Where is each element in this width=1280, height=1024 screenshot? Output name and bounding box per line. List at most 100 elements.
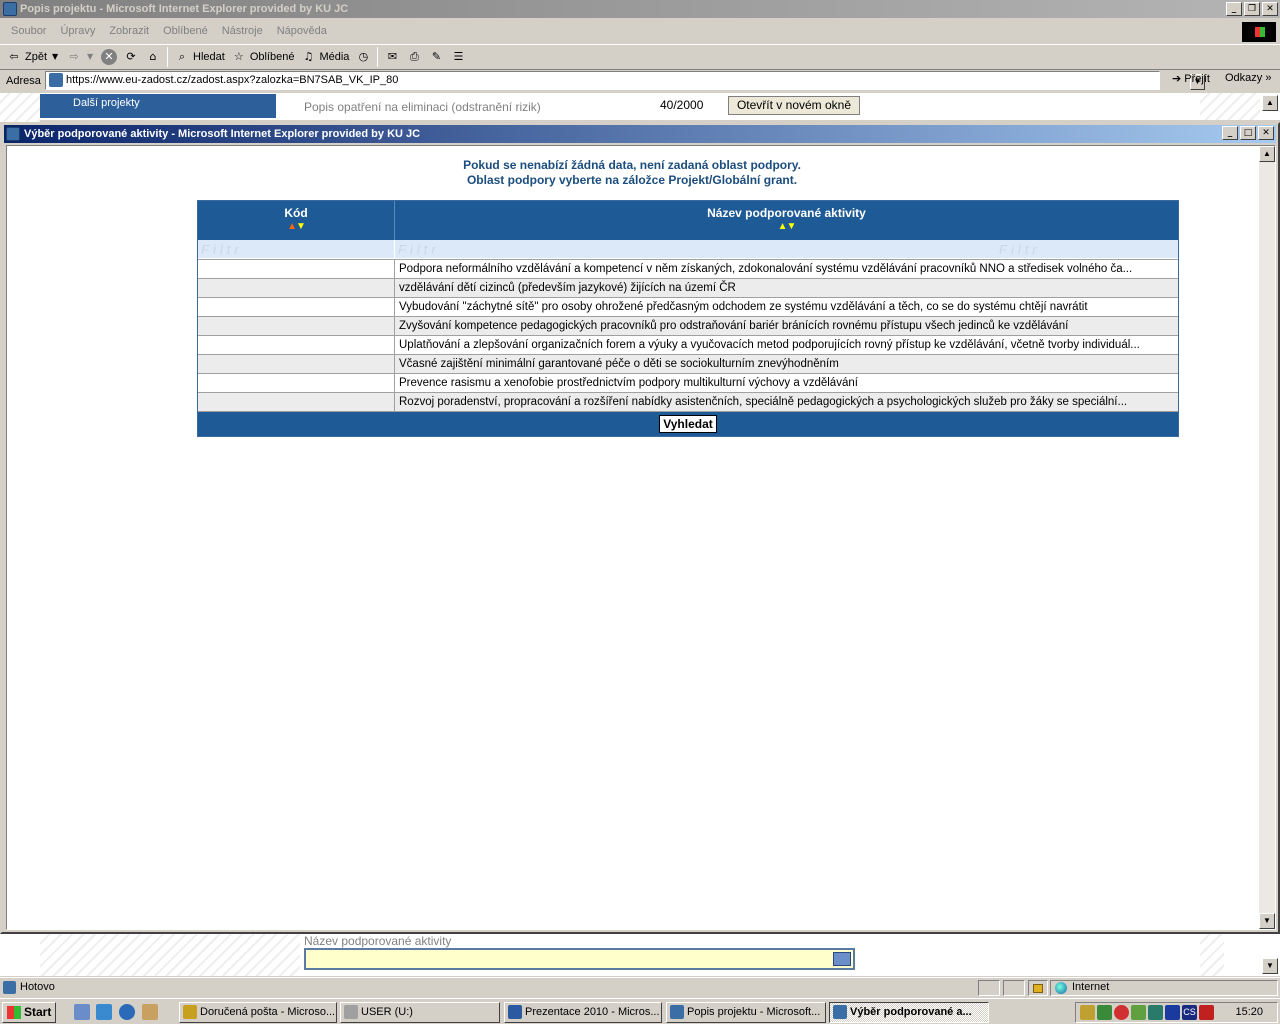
table-row[interactable]: Prevence rasismu a xenofobie prostřednic…: [198, 373, 1178, 392]
tray-icon[interactable]: [1148, 1005, 1163, 1020]
menu-favorites[interactable]: Oblíbené: [156, 25, 215, 37]
tray-icon[interactable]: [1097, 1005, 1112, 1020]
sort-desc-icon[interactable]: ▼: [787, 221, 797, 232]
close-icon[interactable]: ✕: [1258, 126, 1274, 140]
code-cell: [198, 279, 395, 297]
activity-name-cell: Vybudování "záchytné sítě" pro osoby ohr…: [399, 301, 1088, 313]
refresh-icon[interactable]: ⟳: [123, 49, 139, 65]
minimize-icon[interactable]: _: [1222, 126, 1238, 140]
favorites-button[interactable]: ☆ Oblíbené: [231, 49, 295, 65]
task-project-description[interactable]: Popis projektu - Microsoft...: [666, 1002, 826, 1023]
filter-code-input[interactable]: Filtr: [198, 240, 395, 258]
toolbar: ⇦ Zpět ▼ ⇨ ▼ ✕ ⟳ ⌂ ⌕ Hledat ☆ Oblíbené ♫…: [0, 44, 1280, 70]
task-inbox[interactable]: Doručená pošta - Microso...: [179, 1002, 337, 1023]
zone-text: Internet: [1072, 981, 1110, 993]
address-input[interactable]: https://www.eu-zadost.cz/zadost.aspx?zal…: [45, 71, 1205, 90]
scroll-up-icon[interactable]: ▲: [1262, 95, 1278, 111]
ie-icon: [6, 127, 20, 141]
back-arrow-icon: ⇦: [9, 50, 19, 63]
table-row[interactable]: Rozvoj poradenství, propracování a rozší…: [198, 392, 1178, 411]
code-cell: [198, 355, 395, 373]
back-button[interactable]: ⇦ Zpět ▼: [6, 49, 60, 65]
ie-icon: [670, 1005, 684, 1019]
column-header-name[interactable]: Název podporované aktivity ▲▼: [395, 201, 1178, 240]
tray-icon[interactable]: [1114, 1005, 1129, 1020]
task-activity-selection[interactable]: Výběr podporované a...: [829, 1002, 989, 1023]
menu-edit[interactable]: Úpravy: [53, 25, 102, 37]
windows-flag-icon: [7, 1006, 21, 1019]
sort-asc-icon[interactable]: ▲: [287, 221, 297, 232]
history-icon[interactable]: ◷: [355, 49, 371, 65]
table-row[interactable]: Včasné zajištění minimální garantované p…: [198, 354, 1178, 373]
links-button[interactable]: Odkazy »: [1225, 72, 1271, 84]
chevron-down-icon[interactable]: ▼: [85, 49, 95, 65]
restore-icon[interactable]: ❐: [1244, 2, 1260, 16]
sidebar-item-other-projects[interactable]: Další projekty: [40, 94, 276, 118]
code-cell: [198, 260, 395, 278]
language-indicator[interactable]: CS: [1182, 1005, 1197, 1020]
ie-icon: [833, 1005, 847, 1019]
chevron-down-icon[interactable]: ▼: [50, 49, 60, 65]
scroll-down-icon[interactable]: ▼: [1259, 913, 1275, 929]
table-row[interactable]: Vybudování "záchytné sítě" pro osoby ohr…: [198, 297, 1178, 316]
scroll-down-icon[interactable]: ▼: [1262, 958, 1278, 974]
page-icon: [49, 73, 63, 87]
ie-icon: [3, 2, 17, 16]
menu-view[interactable]: Zobrazit: [102, 25, 156, 37]
globe-icon: [1055, 982, 1067, 994]
mail-icon[interactable]: ✉: [384, 49, 400, 65]
search-button[interactable]: ⌕ Hledat: [174, 49, 225, 65]
task-presentation[interactable]: Prezentace 2010 - Micros...: [504, 1002, 662, 1023]
taskbar: Start Doručená pošta - Microso... USER (…: [0, 998, 1280, 1024]
table-row[interactable]: Uplatňování a zlepšování organizačních f…: [198, 335, 1178, 354]
stop-icon[interactable]: ✕: [101, 49, 118, 65]
close-icon[interactable]: ✕: [1262, 2, 1278, 16]
edit-icon[interactable]: ✎: [428, 49, 444, 65]
scroll-up-icon[interactable]: ▲: [1259, 146, 1275, 162]
maximize-icon[interactable]: □: [1240, 126, 1256, 140]
table-row[interactable]: vzdělávání dětí cizinců (především jazyk…: [198, 278, 1178, 297]
menu-tools[interactable]: Nástroje: [215, 25, 270, 37]
activity-name-field[interactable]: [304, 948, 855, 970]
quicklaunch-icon[interactable]: [142, 1004, 158, 1020]
menu-file[interactable]: Soubor: [4, 25, 53, 37]
column-header-code[interactable]: Kód ▲▼: [198, 201, 395, 240]
activity-name-cell: vzdělávání dětí cizinců (především jazyk…: [399, 282, 736, 294]
toolbar-separator: [377, 47, 379, 67]
open-new-window-button[interactable]: Otevřít v novém okně: [728, 96, 860, 115]
activity-name-cell: Rozvoj poradenství, propracování a rozší…: [399, 396, 1128, 408]
outlook-icon[interactable]: [96, 1004, 112, 1020]
start-button[interactable]: Start: [2, 1002, 56, 1023]
activity-grid: Kód ▲▼ Název podporované aktivity ▲▼ Fil…: [197, 200, 1179, 437]
table-row[interactable]: Zvyšování kompetence pedagogických praco…: [198, 316, 1178, 335]
notice-line-2: Oblast podpory vyberte na záložce Projek…: [466, 173, 798, 187]
picker-icon[interactable]: [833, 952, 851, 966]
show-desktop-icon[interactable]: [74, 1004, 90, 1020]
task-user-drive[interactable]: USER (U:): [340, 1002, 500, 1023]
forward-button[interactable]: ⇨ ▼: [66, 49, 95, 65]
print-icon[interactable]: ⎙: [406, 49, 422, 65]
menu-help[interactable]: Nápověda: [270, 25, 334, 37]
table-row[interactable]: Podpora neformálního vzdělávání a kompet…: [198, 259, 1178, 278]
popup-scrollbar[interactable]: ▲ ▼: [1259, 146, 1275, 929]
tray-icon[interactable]: [1080, 1005, 1095, 1020]
grid-footer: Vyhledat: [198, 411, 1178, 436]
filter-name-input[interactable]: Filtr Filtr: [395, 240, 1178, 258]
status-pane: [978, 980, 1000, 996]
minimize-icon[interactable]: _: [1226, 2, 1242, 16]
popup-title-bar[interactable]: Výběr podporované aktivity - Microsoft I…: [4, 125, 1276, 143]
tray-icon[interactable]: [1199, 1005, 1214, 1020]
home-icon[interactable]: ⌂: [145, 49, 161, 65]
outer-window-title-bar[interactable]: Popis projektu - Microsoft Internet Expl…: [0, 0, 1280, 18]
go-button[interactable]: ➔ Přejít: [1172, 72, 1210, 85]
sort-asc-icon[interactable]: ▲: [778, 221, 788, 232]
status-pane: [1003, 980, 1025, 996]
media-button[interactable]: ♫ Média: [300, 49, 350, 65]
play-icon[interactable]: [1165, 1005, 1180, 1020]
ie-icon[interactable]: [119, 1004, 135, 1020]
search-button[interactable]: Vyhledat: [659, 415, 717, 433]
go-arrow-icon: ➔: [1172, 72, 1182, 85]
discuss-icon[interactable]: ☰: [450, 49, 466, 65]
sort-desc-icon[interactable]: ▼: [296, 221, 306, 232]
tray-icon[interactable]: [1131, 1005, 1146, 1020]
